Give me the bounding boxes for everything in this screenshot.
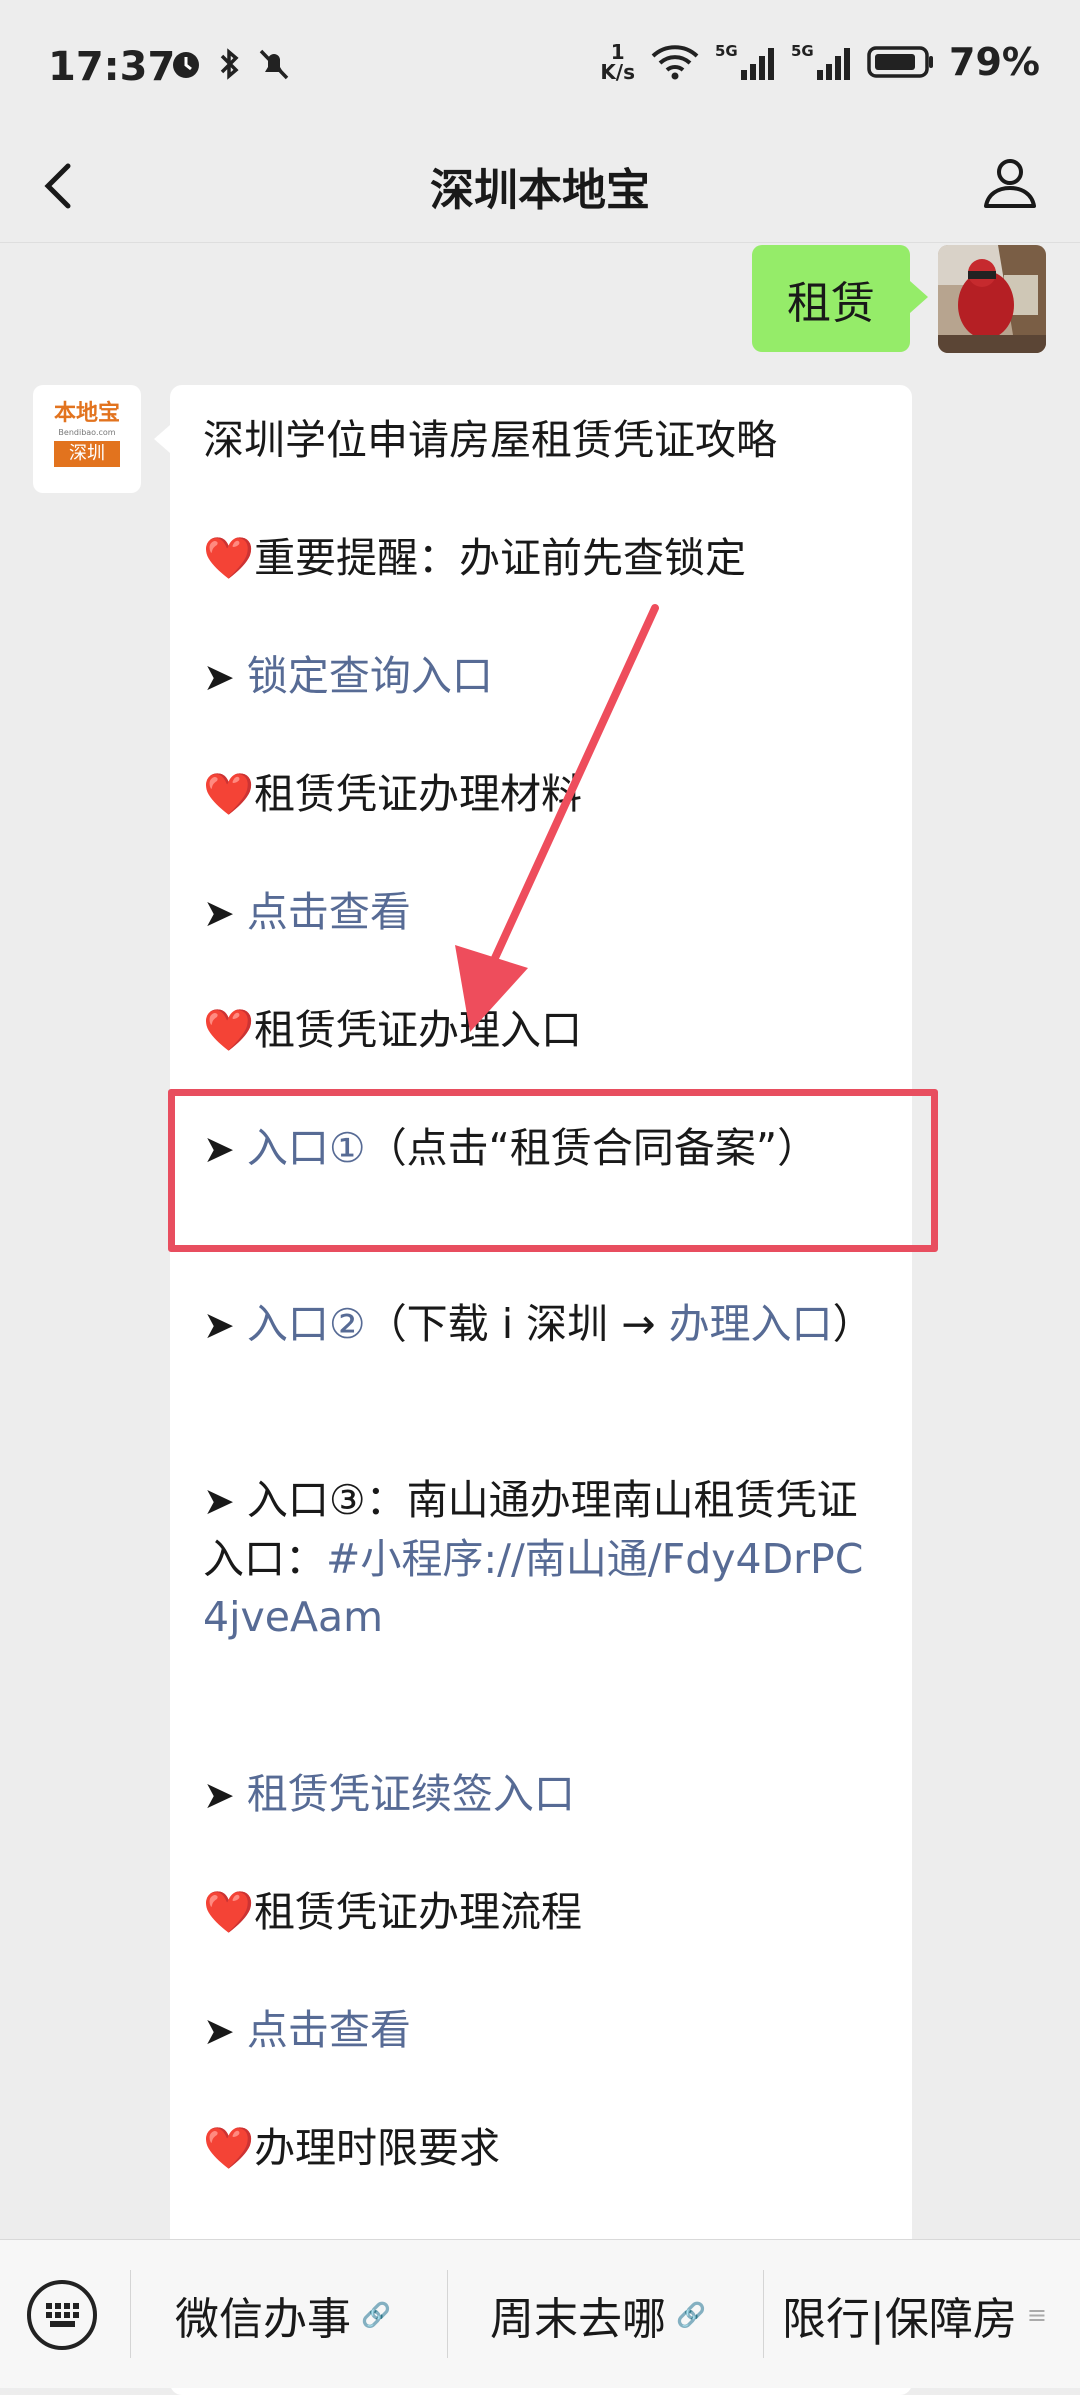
menu-divider [763,2270,764,2358]
menu-divider [447,2270,448,2358]
heart-icon: ❤️ [203,1888,255,1936]
entry-3-line: ➤ 入口③：南山通办理南山租赁凭证入口：#小程序://南山通/Fdy4DrPC4… [203,1476,864,1641]
process-heading: ❤️租赁凭证办理流程 [203,1888,583,1936]
menu-divider [130,2270,131,2358]
arrow-icon: ➤ [203,2009,247,2053]
menu-weekend[interactable]: 周末去哪 🔗 [490,2280,706,2350]
entry-2-handle-link[interactable]: 办理入口 [669,1300,833,1348]
keyboard-toggle-button[interactable] [27,2280,97,2350]
menu-traffic-housing[interactable]: 限行|保障房 ≡ [782,2280,1047,2350]
link-icon: 🔗 [676,2301,706,2329]
arrow-icon: ➤ [203,1303,247,1347]
heart-icon: ❤️ [203,2124,255,2172]
keyboard-icon [46,2303,79,2327]
entry-2-link[interactable]: 入口② [247,1300,366,1348]
link-icon: 🔗 [361,2301,391,2329]
highlight-box [168,1089,938,1252]
renewal-line: ➤ 租赁凭证续签入口 [203,1765,883,1824]
arrow-icon: ➤ [203,1773,247,1817]
arrow-icon: ➤ [203,1479,247,1523]
menu-lines-icon: ≡ [1026,2301,1047,2329]
bottom-menu-bar: 微信办事 🔗 周末去哪 🔗 限行|保障房 ≡ [0,2239,1080,2388]
entry-2-line: ➤ 入口②（下载 i 深圳 → 办理入口） [203,1300,874,1348]
renewal-entry-link[interactable]: 租赁凭证续签入口 [247,1770,575,1818]
red-arrow-annotation [455,604,659,1032]
process-view-link[interactable]: 点击查看 [247,2006,411,2054]
process-line: ➤ 点击查看 [203,2001,883,2060]
time-limit-heading: ❤️办理时限要求 [203,2124,501,2172]
menu-wechat-services[interactable]: 微信办事 🔗 [175,2280,391,2350]
